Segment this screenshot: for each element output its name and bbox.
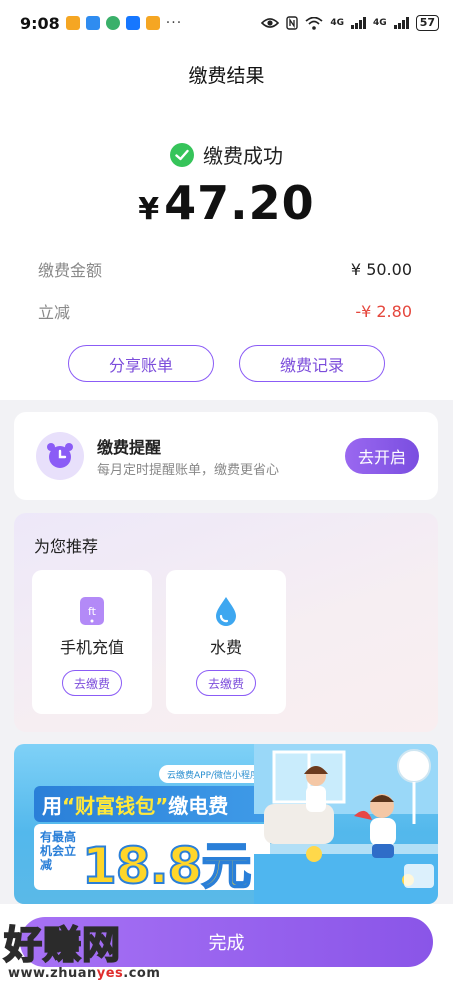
watermark-url-prefix: www.zhuan bbox=[8, 966, 97, 981]
more-notifications-icon: ··· bbox=[165, 15, 183, 31]
reminder-subtitle: 每月定时提醒账单，缴费更省心 bbox=[97, 463, 280, 478]
banner-illustration bbox=[254, 744, 438, 904]
water-drop-icon bbox=[213, 596, 239, 626]
alarm-clock-icon bbox=[36, 432, 84, 480]
wifi-icon bbox=[305, 16, 323, 30]
signal-icon-2 bbox=[393, 17, 409, 29]
discount-value: -¥ 2.80 bbox=[355, 301, 412, 321]
nfc-icon bbox=[286, 16, 299, 30]
battery-icon: 57 bbox=[415, 15, 439, 31]
site-watermark: 好赚网 www.zhuanyes.com bbox=[0, 912, 200, 992]
recommendations-section: 为您推荐 ft 手机充值 去缴费 水费 去缴费 bbox=[14, 513, 438, 732]
banner-headline: 用 “财富钱包” 缴电费 bbox=[34, 786, 270, 822]
page-title: 缴费结果 bbox=[188, 64, 265, 87]
status-bar: 9:08 ··· 4G 4G 57 bbox=[0, 0, 453, 46]
share-bill-button[interactable]: 分享账单 bbox=[68, 345, 214, 382]
notification-app-icon bbox=[65, 16, 80, 30]
reminder-title: 缴费提醒 bbox=[97, 438, 162, 457]
banner-tag: 云缴费APP/微信小程序 bbox=[159, 765, 268, 783]
recommend-item-name: 水费 bbox=[209, 638, 242, 657]
enable-reminder-button[interactable]: 去开启 bbox=[345, 438, 419, 474]
payment-amount-label: 缴费金额 bbox=[38, 261, 103, 280]
network-label-2: 4G bbox=[373, 18, 387, 28]
banner-headline-suffix: 缴电费 bbox=[168, 793, 229, 818]
success-row: 缴费成功 bbox=[0, 140, 453, 169]
banner-amount-box: 有最高机会立减 18.8元 bbox=[34, 824, 270, 896]
notification-alipay-icon bbox=[125, 16, 140, 30]
status-left: 9:08 ··· bbox=[20, 14, 182, 33]
success-text: 缴费成功 bbox=[203, 144, 283, 168]
status-right: 4G 4G 57 bbox=[261, 15, 439, 31]
banner-headline-highlight: “财富钱包” bbox=[62, 793, 169, 818]
eye-icon bbox=[261, 18, 280, 28]
payment-amount-value: ¥ 50.00 bbox=[350, 259, 412, 279]
payment-amount-row: 缴费金额 ¥ 50.00 bbox=[38, 257, 412, 281]
discount-row: 立减 -¥ 2.80 bbox=[38, 299, 412, 323]
currency-symbol: ¥ bbox=[138, 192, 161, 227]
go-pay-button[interactable]: 去缴费 bbox=[196, 670, 256, 696]
recommendations-title: 为您推荐 bbox=[34, 537, 99, 556]
status-time: 9:08 bbox=[20, 13, 60, 33]
notification-timer-icon bbox=[105, 16, 120, 30]
payment-result: 缴费成功 ¥47.20 缴费金额 ¥ 50.00 立减 -¥ 2.80 分享账单… bbox=[0, 102, 453, 400]
promo-banner[interactable]: 云缴费APP/微信小程序 用 “财富钱包” 缴电费 有最高机会立减 18.8元 bbox=[14, 744, 438, 904]
recommend-item-name: 手机充值 bbox=[59, 638, 124, 657]
network-label-1: 4G bbox=[330, 18, 345, 28]
banner-headline-prefix: 用 bbox=[42, 793, 62, 818]
watermark-logo-text: 好赚网 bbox=[3, 922, 122, 968]
recommend-card-water-fee[interactable]: 水费 去缴费 bbox=[166, 570, 286, 714]
watermark-url: www.zhuanyes.com bbox=[8, 966, 160, 981]
success-check-icon bbox=[170, 142, 194, 167]
banner-big-text: 18.8元 bbox=[81, 836, 252, 896]
discount-label: 立减 bbox=[38, 303, 71, 322]
phone-icon: ft bbox=[79, 596, 105, 626]
banner-small-text: 有最高机会立减 bbox=[40, 830, 77, 872]
page-header: 缴费结果 bbox=[0, 46, 453, 102]
watermark-url-highlight: yes bbox=[96, 966, 124, 981]
notification-app-icon bbox=[145, 16, 160, 30]
watermark-url-suffix: .com bbox=[123, 966, 161, 981]
signal-icon bbox=[351, 17, 367, 29]
notification-chat-icon bbox=[85, 16, 100, 30]
recommend-card-phone-recharge[interactable]: ft 手机充值 去缴费 bbox=[32, 570, 152, 714]
go-pay-button[interactable]: 去缴费 bbox=[62, 670, 122, 696]
payment-records-button[interactable]: 缴费记录 bbox=[239, 345, 385, 382]
svg-text:ft: ft bbox=[88, 605, 97, 618]
payment-reminder-card: 缴费提醒 每月定时提醒账单，缴费更省心 去开启 bbox=[14, 412, 438, 500]
paid-amount: ¥47.20 bbox=[0, 176, 453, 230]
amount-value: 47.20 bbox=[164, 176, 315, 230]
